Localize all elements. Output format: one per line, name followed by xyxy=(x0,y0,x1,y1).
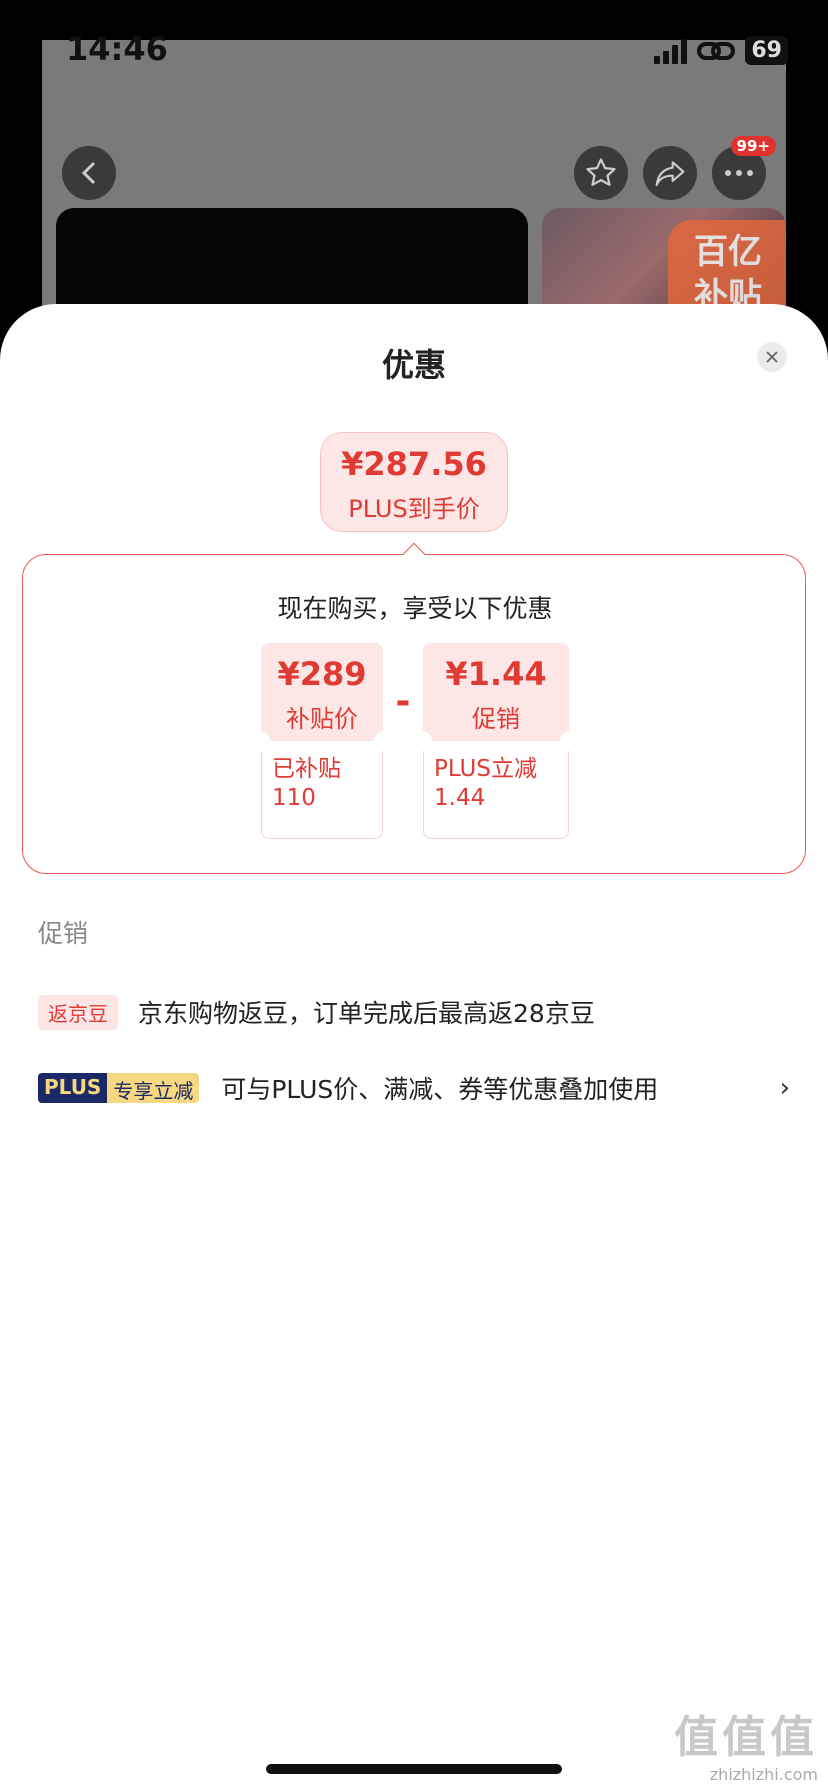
plus-price-label: PLUS到手价 xyxy=(348,495,480,523)
coupon-detail-line2: 110 xyxy=(272,785,316,811)
coupon-detail: 已补贴 110 xyxy=(261,741,383,839)
subsidy-banner-line1: 百亿 xyxy=(694,232,762,272)
plus-exclusive-tag: PLUS 专享立减 xyxy=(38,1073,200,1103)
jingdou-tag: 返京豆 xyxy=(38,994,118,1030)
plus-tag-label: PLUS xyxy=(38,1073,108,1103)
watermark: 值值值 zhizhizhi.com xyxy=(674,1701,818,1784)
close-button[interactable] xyxy=(757,342,787,372)
discount-sheet: 优惠 ¥287.56 PLUS到手价 现在购买，享受以下优惠 ¥289 补贴价 … xyxy=(0,304,828,1792)
coupon-top: ¥1.44 促销 xyxy=(423,643,569,741)
promotion-row-plus[interactable]: PLUS 专享立减 可与PLUS价、满减、券等优惠叠加使用 › xyxy=(38,1070,790,1106)
coupon-detail: PLUS立减 1.44 xyxy=(423,741,569,839)
coupon-detail-line1: PLUS立减 xyxy=(434,756,537,782)
coupon-detail-line2: 1.44 xyxy=(434,785,486,811)
notification-badge: 99+ xyxy=(730,136,776,156)
jingdou-text: 京东购物返豆，订单完成后最高返28京豆 xyxy=(138,999,595,1028)
chevron-right-icon: › xyxy=(779,1073,790,1103)
home-indicator[interactable] xyxy=(266,1764,562,1774)
plus-price-amount: ¥287.56 xyxy=(341,445,487,483)
watermark-url: zhizhizhi.com xyxy=(709,1765,818,1784)
close-icon xyxy=(766,351,778,363)
status-time: 14:46 xyxy=(66,30,168,68)
battery-indicator: 69 xyxy=(745,36,788,65)
coupon-detail-line1: 已补贴 xyxy=(272,756,341,782)
subsidy-coupon: ¥289 补贴价 已补贴 110 xyxy=(260,643,384,839)
more-dots-icon xyxy=(725,170,753,176)
exclusive-discount-label: 专享立减 xyxy=(107,1073,200,1103)
phone-screen: 14:46 69 99+ 百亿 补贴 优惠 ¥287.56 PLUS到手价 现在… xyxy=(0,0,828,1792)
promotion-row-jingdou: 返京豆 京东购物返豆，订单完成后最高返28京豆 xyxy=(38,994,790,1030)
plus-price-bubble: ¥287.56 PLUS到手价 xyxy=(320,432,508,532)
coupon-top: ¥289 补贴价 xyxy=(261,643,383,741)
coupon-type: 补贴价 xyxy=(286,705,358,733)
promo-heading: 现在购买，享受以下优惠 xyxy=(277,594,553,623)
back-button[interactable] xyxy=(62,146,116,200)
coupon-value: ¥289 xyxy=(277,655,367,693)
share-icon xyxy=(655,161,685,187)
watermark-logo: 值值值 xyxy=(674,1712,818,1763)
star-icon xyxy=(586,158,616,186)
coupon-value: ¥1.44 xyxy=(445,655,547,693)
share-button[interactable] xyxy=(643,146,697,200)
signal-icon xyxy=(654,38,688,64)
promotion-section-label: 促销 xyxy=(38,919,89,948)
promo-breakdown-box: 现在购买，享受以下优惠 ¥289 补贴价 已补贴 110 - ¥1.44 促销 xyxy=(22,554,806,874)
plus-promotion-text: 可与PLUS价、满减、券等优惠叠加使用 xyxy=(221,1075,659,1104)
status-icons: 69 xyxy=(654,36,788,65)
minus-operator: - xyxy=(395,681,411,722)
sheet-title: 优惠 xyxy=(381,346,446,384)
chevron-left-icon xyxy=(81,161,96,185)
link-icon xyxy=(697,41,736,60)
promotion-coupon: ¥1.44 促销 PLUS立减 1.44 xyxy=(422,643,570,839)
favorite-button[interactable] xyxy=(574,146,628,200)
coupon-type: 促销 xyxy=(472,705,520,733)
more-button[interactable]: 99+ xyxy=(712,136,776,200)
